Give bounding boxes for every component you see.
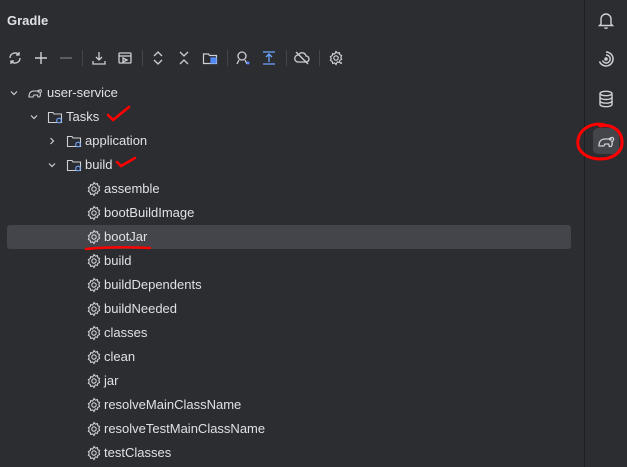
task-row-clean[interactable]: clean xyxy=(0,345,584,369)
tree-row-root[interactable]: user-service xyxy=(0,81,584,105)
task-row-resolveTestMainClassName[interactable]: resolveTestMainClassName xyxy=(0,417,584,441)
notifications-icon[interactable] xyxy=(593,7,619,33)
gear-icon xyxy=(87,397,101,413)
project-name: user-service xyxy=(47,85,118,100)
task-row-buildNeeded[interactable]: buildNeeded xyxy=(0,297,584,321)
folder-icon xyxy=(47,111,63,124)
task-label: assemble xyxy=(104,181,160,196)
toggle-icon[interactable] xyxy=(259,48,279,68)
plus-icon[interactable] xyxy=(31,48,51,68)
chevron-down-icon[interactable] xyxy=(28,111,40,123)
task-label: classes xyxy=(104,325,148,340)
gear-icon xyxy=(87,373,101,389)
task-label: resolveTestMainClassName xyxy=(104,421,266,436)
database-icon[interactable] xyxy=(593,86,619,112)
settings-icon[interactable] xyxy=(326,48,346,68)
right-tool-rail xyxy=(584,0,627,467)
run-config-icon[interactable] xyxy=(115,48,135,68)
folder-icon xyxy=(66,159,82,172)
gear-icon xyxy=(87,301,101,317)
task-label: jar xyxy=(104,373,119,388)
task-label: resolveMainClassName xyxy=(104,397,242,412)
reload-icon[interactable] xyxy=(5,48,25,68)
ai-assistant-icon[interactable] xyxy=(593,46,619,72)
panel-title: Gradle xyxy=(7,13,49,28)
gradle-tool-window: Gradle user-service Tasks application bu… xyxy=(0,0,584,467)
gradle-elephant-icon[interactable] xyxy=(593,128,619,154)
task-label: buildNeeded xyxy=(104,301,178,316)
tree-row-build-group[interactable]: build xyxy=(0,153,584,177)
task-label: build xyxy=(104,253,132,268)
gradle-elephant-icon xyxy=(28,89,42,98)
gear-icon xyxy=(87,205,101,221)
group-label-build: build xyxy=(85,157,113,172)
task-row-bootBuildImage[interactable]: bootBuildImage xyxy=(0,201,584,225)
gear-icon xyxy=(87,445,101,461)
task-row-testClasses[interactable]: testClasses xyxy=(0,441,584,465)
annotation-checkmark xyxy=(115,156,137,168)
gear-icon xyxy=(87,277,101,293)
tasks-label: Tasks xyxy=(66,109,100,124)
task-row-jar[interactable]: jar xyxy=(0,369,584,393)
gear-icon xyxy=(87,229,101,245)
task-label: testClasses xyxy=(104,445,172,460)
task-row-resolveMainClassName[interactable]: resolveMainClassName xyxy=(0,393,584,417)
task-row-bootJar[interactable]: bootJar xyxy=(0,225,584,249)
chevron-right-icon[interactable] xyxy=(46,135,58,147)
task-label: bootBuildImage xyxy=(104,205,195,220)
gear-icon xyxy=(87,253,101,269)
task-label: buildDependents xyxy=(104,277,202,292)
expand-all-icon[interactable] xyxy=(148,48,168,68)
chevron-down-icon[interactable] xyxy=(46,159,58,171)
minus-icon[interactable] xyxy=(56,48,76,68)
tree-row-application[interactable]: application xyxy=(0,129,584,153)
task-label: bootJar xyxy=(104,229,148,244)
collapse-all-icon[interactable] xyxy=(174,48,194,68)
tree-row-tasks[interactable]: Tasks xyxy=(0,105,584,129)
task-row-classes[interactable]: classes xyxy=(0,321,584,345)
gear-icon xyxy=(87,421,101,437)
task-row-assemble[interactable]: assemble xyxy=(0,177,584,201)
gradle-toolbar xyxy=(0,44,584,72)
dependencies-icon[interactable] xyxy=(200,48,220,68)
task-row-build[interactable]: build xyxy=(0,249,584,273)
offline-icon[interactable] xyxy=(292,48,312,68)
task-label: clean xyxy=(104,349,136,364)
gear-icon xyxy=(87,181,101,197)
group-label-application: application xyxy=(85,133,148,148)
folder-icon xyxy=(66,135,82,148)
download-icon[interactable] xyxy=(89,48,109,68)
gear-icon xyxy=(87,325,101,341)
analyze-icon[interactable] xyxy=(233,48,253,68)
task-row-buildDependents[interactable]: buildDependents xyxy=(0,273,584,297)
chevron-down-icon[interactable] xyxy=(8,87,20,99)
annotation-checkmark xyxy=(106,105,131,122)
gear-icon xyxy=(87,349,101,365)
